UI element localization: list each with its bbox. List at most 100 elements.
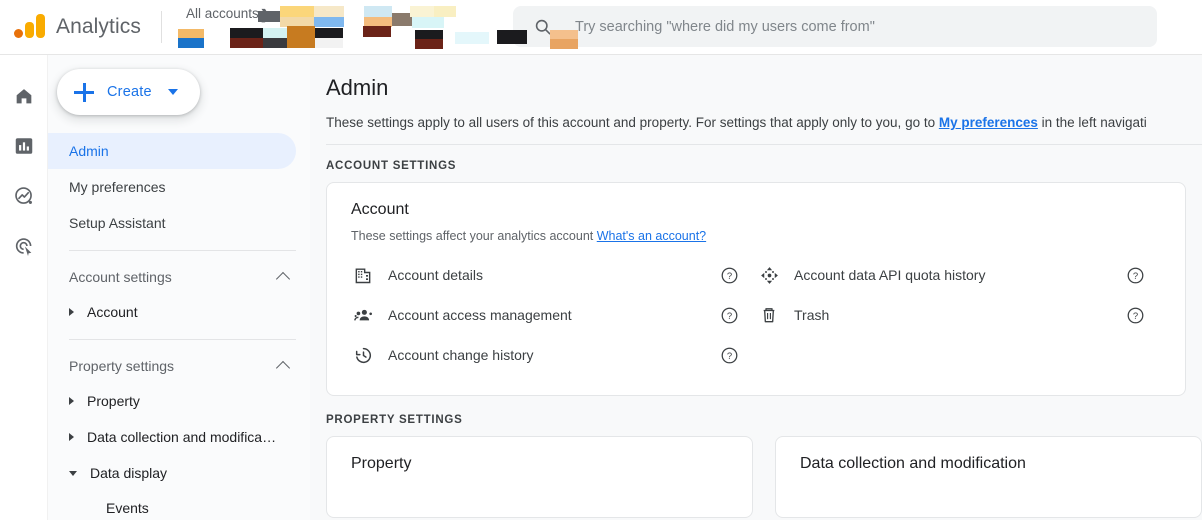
redacted-block [497, 30, 527, 44]
svg-text:?: ? [1133, 310, 1138, 321]
redacted-block [412, 17, 444, 28]
explore-icon[interactable] [11, 183, 37, 209]
redacted-block [315, 28, 343, 38]
redacted-block [364, 6, 392, 17]
redacted-block [550, 39, 578, 49]
property-cards: Property Data collection and modificatio… [326, 436, 1202, 518]
redacted-block [415, 30, 443, 39]
header-divider [160, 11, 162, 43]
sidebar-item-admin[interactable]: Admin [48, 133, 296, 169]
building-icon [351, 263, 375, 287]
account-rows-left: Account details ? Account access managem… [351, 255, 757, 375]
redacted-block [280, 6, 314, 17]
reports-icon[interactable] [11, 133, 37, 159]
create-button[interactable]: Create [57, 69, 200, 115]
page-description: These settings apply to all users of thi… [326, 115, 1202, 130]
sidebar-item-label: Events [106, 500, 149, 516]
property-card: Property [326, 436, 753, 518]
sidebar-group-account-settings[interactable]: Account settings [48, 260, 310, 294]
search-placeholder: Try searching "where did my users come f… [575, 18, 875, 35]
account-card-title: Account [351, 201, 409, 218]
sidebar-item-label: Data display [90, 465, 168, 481]
analytics-logo-icon [12, 12, 46, 42]
page-description-before: These settings apply to all users of thi… [326, 115, 939, 130]
sidebar-item-account[interactable]: Account [48, 294, 310, 330]
account-rows-right: Account data API quota history ? Trash ? [757, 255, 1163, 375]
account-card-subtitle: These settings affect your analytics acc… [351, 229, 1163, 243]
icon-rail [0, 55, 48, 520]
sidebar-item-label: Admin [69, 143, 109, 159]
sidebar-item-label: Data collection and modifica… [87, 429, 277, 445]
brand[interactable]: Analytics [0, 12, 141, 42]
account-card: Account These settings affect your analy… [326, 182, 1186, 396]
breadcrumb-all-accounts[interactable]: All accounts [186, 6, 259, 21]
sidebar-item-setup-assistant[interactable]: Setup Assistant [48, 205, 296, 241]
property-card-title: Property [351, 455, 412, 472]
svg-text:?: ? [727, 350, 732, 361]
row-account-details[interactable]: Account details ? [351, 255, 757, 295]
account-card-subtitle-text: These settings affect your analytics acc… [351, 229, 597, 243]
row-account-change-history[interactable]: Account change history ? [351, 335, 757, 375]
data-collection-card: Data collection and modification [775, 436, 1202, 518]
triangle-right-icon [69, 433, 74, 441]
row-account-access-management[interactable]: Account access management ? [351, 295, 757, 335]
page-body: Create Admin My preferences Setup Assist… [0, 55, 1202, 520]
row-trash[interactable]: Trash ? [757, 295, 1163, 335]
redacted-block [314, 17, 344, 27]
trash-icon [757, 303, 781, 327]
content-divider [326, 144, 1202, 145]
sidebar-divider-1 [69, 250, 296, 251]
row-label: Account details [388, 267, 483, 283]
page-title: Admin [326, 75, 389, 100]
sidebar-group-label: Property settings [69, 358, 175, 374]
redacted-block [263, 28, 287, 38]
sidebar-divider-2 [69, 339, 296, 340]
triangle-right-icon [69, 308, 74, 316]
row-label: Account data API quota history [794, 267, 986, 283]
sidebar-item-label: My preferences [69, 179, 166, 195]
help-icon[interactable]: ? [1126, 266, 1145, 285]
sidebar-item-data-display[interactable]: Data display [48, 455, 310, 491]
redacted-block [314, 6, 344, 17]
redacted-block [263, 38, 287, 48]
sidebar-group-label: Account settings [69, 269, 172, 285]
sidebar-item-events[interactable]: Events [48, 491, 310, 520]
my-preferences-link[interactable]: My preferences [939, 115, 1038, 130]
data-collection-card-description [800, 483, 1179, 497]
redacted-block [178, 38, 204, 48]
row-account-data-api-quota-history[interactable]: Account data API quota history ? [757, 255, 1163, 295]
redacted-block [415, 39, 443, 49]
sidebar-nav: Admin My preferences Setup Assistant [48, 133, 310, 241]
create-button-label: Create [107, 84, 152, 100]
sidebar-group-property-settings[interactable]: Property settings [48, 349, 310, 383]
chevron-up-icon [275, 271, 291, 287]
account-settings-section-label: ACCOUNT SETTINGS [326, 160, 457, 172]
sidebar-item-label: Property [87, 393, 140, 409]
redacted-block [258, 11, 280, 22]
help-icon[interactable]: ? [720, 266, 739, 285]
main-content: Admin These settings apply to all users … [310, 55, 1202, 520]
account-settings-rows: Account details ? Account access managem… [351, 255, 1163, 375]
analytics-admin-page: Analytics All accounts ❯ Try searching "… [0, 0, 1202, 520]
sidebar-item-property[interactable]: Property [48, 383, 310, 419]
help-icon[interactable]: ? [1126, 306, 1145, 325]
triangle-right-icon [69, 397, 74, 405]
redacted-block [178, 29, 204, 38]
brand-name: Analytics [56, 15, 141, 38]
whats-an-account-link[interactable]: What's an account? [597, 229, 706, 243]
advertising-icon[interactable] [11, 233, 37, 259]
search-bar[interactable]: Try searching "where did my users come f… [513, 6, 1157, 47]
redacted-block [455, 32, 489, 44]
sidebar-item-data-collection[interactable]: Data collection and modifica… [48, 419, 310, 455]
redacted-block [550, 30, 578, 39]
help-icon[interactable]: ? [720, 306, 739, 325]
move-arrows-icon [757, 263, 781, 287]
sidebar-item-my-preferences[interactable]: My preferences [48, 169, 296, 205]
svg-text:?: ? [727, 310, 732, 321]
redacted-block [230, 38, 263, 48]
home-icon[interactable] [11, 83, 37, 109]
chevron-up-icon [275, 360, 291, 376]
svg-text:?: ? [727, 270, 732, 281]
svg-text:?: ? [1133, 270, 1138, 281]
help-icon[interactable]: ? [720, 346, 739, 365]
